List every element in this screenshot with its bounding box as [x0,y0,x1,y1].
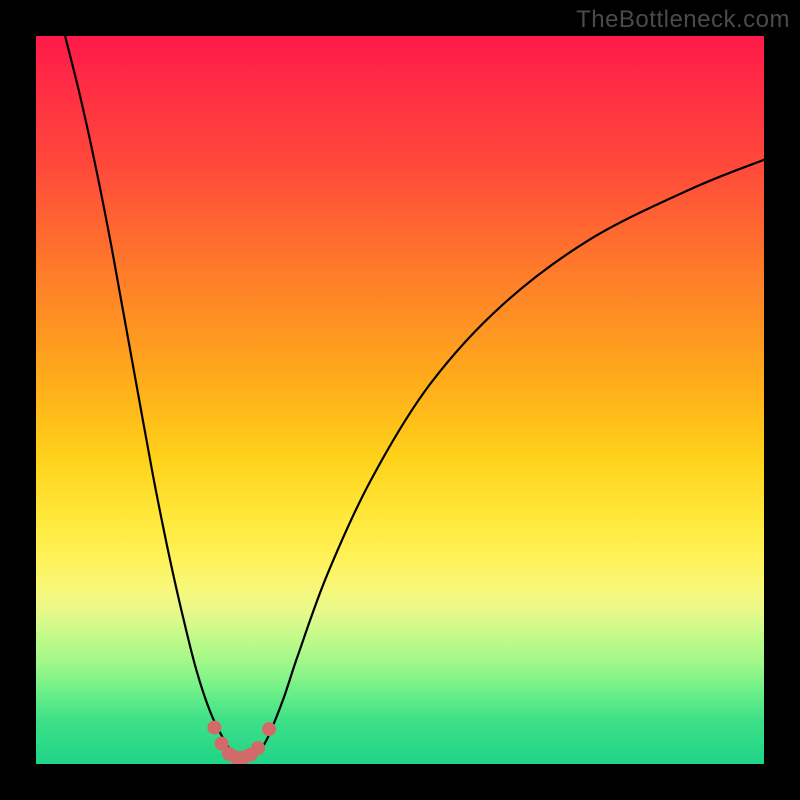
highlight-dot [215,737,229,751]
watermark-text: TheBottleneck.com [576,6,790,34]
chart-plot-area [36,36,764,764]
highlight-dot [251,741,265,755]
highlight-dots [207,721,276,764]
highlight-dot [237,750,251,764]
bottleneck-curve [65,36,764,759]
highlight-dot [262,722,276,736]
chart-frame: TheBottleneck.com [0,0,800,800]
highlight-dot [207,721,221,735]
highlight-dot [222,747,236,761]
highlight-dot [244,748,258,762]
chart-svg [36,36,764,764]
highlight-dot [229,750,243,764]
